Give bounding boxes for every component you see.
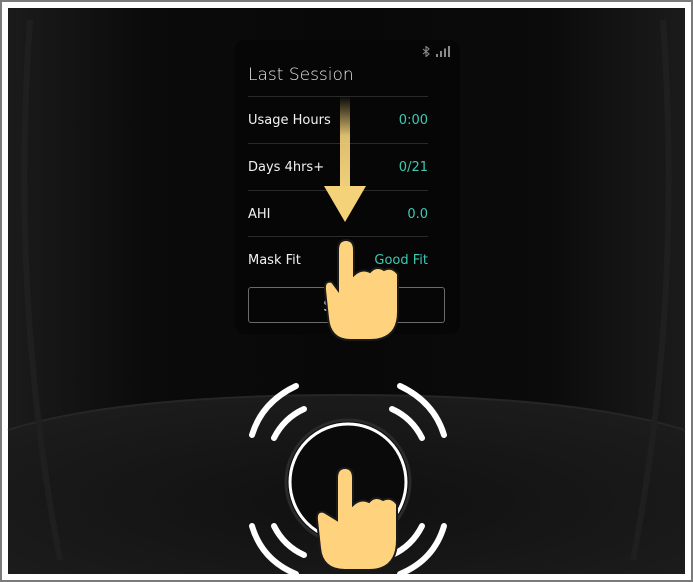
- screenshot-frame: [0, 0, 693, 582]
